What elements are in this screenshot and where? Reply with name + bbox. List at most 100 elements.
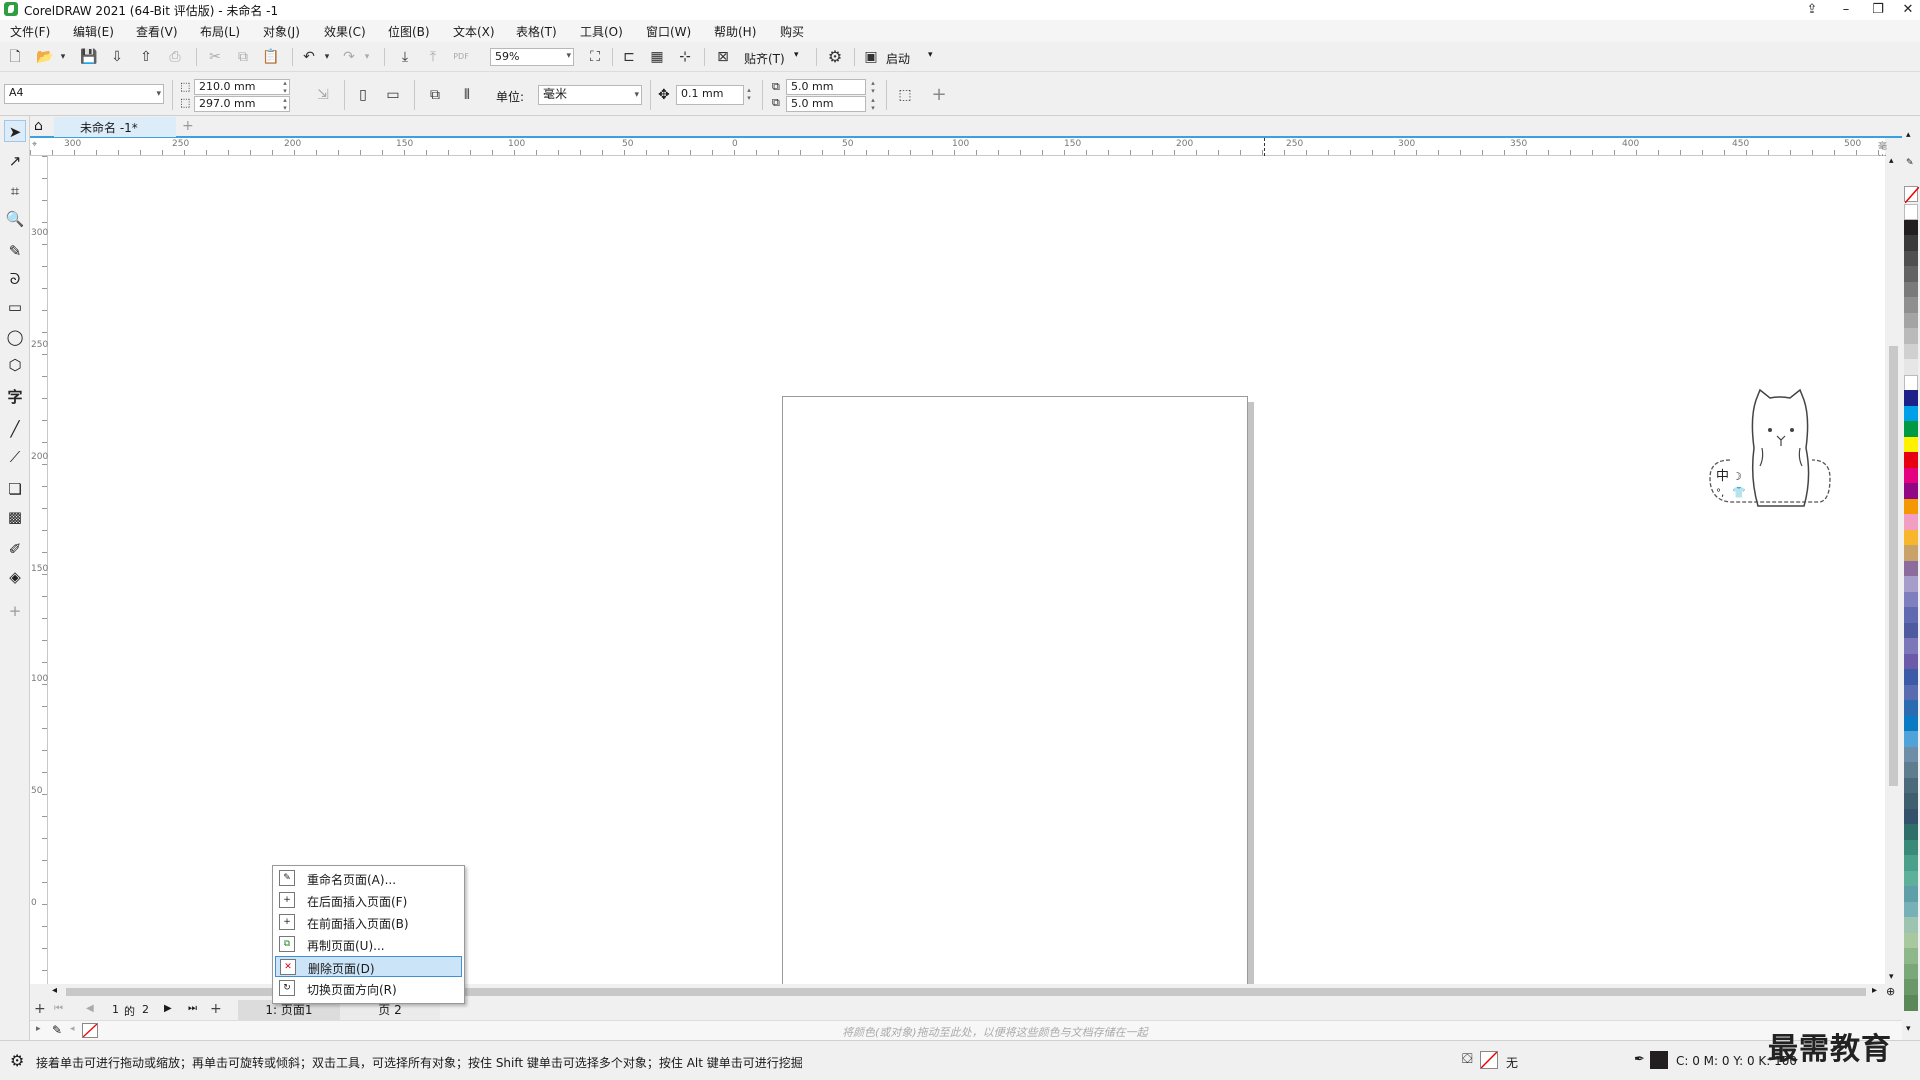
menu-view[interactable]: 查看(V) bbox=[136, 23, 178, 40]
color-swatch[interactable] bbox=[1904, 266, 1918, 282]
show-grid-icon[interactable]: ▦ bbox=[646, 46, 668, 68]
snap-off-icon[interactable]: ⊠ bbox=[712, 46, 734, 68]
fill-color-swatch[interactable] bbox=[1480, 1051, 1498, 1069]
doc-palette-eyedropper-icon[interactable]: ✎ bbox=[52, 1023, 62, 1037]
color-swatch[interactable] bbox=[1904, 204, 1918, 220]
doc-palette-scroll-icon[interactable]: ◂ bbox=[70, 1024, 75, 1034]
color-swatch[interactable] bbox=[1904, 715, 1918, 732]
restore-button[interactable]: ❐ bbox=[1862, 0, 1894, 20]
page-height-input[interactable]: 297.0 mm bbox=[194, 96, 290, 112]
pick-tool-icon[interactable]: ➤ bbox=[4, 120, 26, 142]
menu-item-rename-page[interactable]: ✎ 重命名页面(A)... bbox=[275, 868, 462, 889]
color-swatch[interactable] bbox=[1904, 498, 1918, 515]
horizontal-ruler[interactable]: ⌖ 300 250 200 150 100 50 0 50 100 150 20… bbox=[30, 138, 1887, 165]
zoom-tool-icon[interactable]: 🔍 bbox=[4, 208, 26, 230]
treat-as-filled-icon[interactable]: ⬚ bbox=[894, 84, 916, 106]
undo-dropdown-icon[interactable]: ▾ bbox=[316, 46, 338, 68]
ellipse-tool-icon[interactable]: ◯ bbox=[4, 326, 26, 348]
menu-file[interactable]: 文件(F) bbox=[10, 23, 50, 40]
menu-buy[interactable]: 购买 bbox=[780, 23, 804, 40]
menu-item-duplicate-page[interactable]: ⧉ 再制页面(U)... bbox=[275, 934, 462, 955]
color-swatch[interactable] bbox=[1904, 312, 1918, 329]
menu-tools[interactable]: 工具(O) bbox=[580, 23, 623, 40]
new-document-icon[interactable]: 🗋 bbox=[4, 46, 26, 68]
drawing-canvas[interactable]: 中 ☽ °, 👕 bbox=[48, 156, 1885, 1054]
color-swatch[interactable] bbox=[1904, 808, 1918, 825]
color-swatch[interactable] bbox=[1904, 390, 1918, 406]
options-gear-icon[interactable]: ⚙ bbox=[824, 46, 846, 68]
scroll-up-icon[interactable]: ▴ bbox=[1889, 156, 1894, 166]
color-swatch[interactable] bbox=[1904, 839, 1918, 856]
color-swatch[interactable] bbox=[1904, 669, 1918, 685]
close-button[interactable]: ✕ bbox=[1892, 0, 1920, 20]
scroll-down-icon[interactable]: ▾ bbox=[1889, 972, 1894, 982]
duplicate-y-spin-icon[interactable]: ▴ ▾ bbox=[868, 96, 878, 112]
color-swatch[interactable] bbox=[1904, 343, 1918, 360]
crop-tool-icon[interactable]: ⌗ bbox=[4, 180, 26, 202]
artistic-media-tool-icon[interactable]: ᘐ bbox=[4, 268, 26, 290]
navigator-zoom-icon[interactable]: ⊕ bbox=[1886, 985, 1895, 998]
add-page-after-icon[interactable]: + bbox=[210, 1001, 222, 1017]
doc-palette-no-color-swatch[interactable] bbox=[82, 1023, 98, 1038]
color-swatch[interactable] bbox=[1904, 932, 1918, 949]
chevron-down-icon[interactable]: ▾ bbox=[928, 50, 933, 60]
page-width-input[interactable]: 210.0 mm bbox=[194, 79, 290, 95]
menu-item-insert-page-before[interactable]: + 在前面插入页面(B) bbox=[275, 912, 462, 933]
duplicate-x-spin-icon[interactable]: ▴ ▾ bbox=[868, 79, 878, 95]
menu-layout[interactable]: 布局(L) bbox=[200, 23, 240, 40]
color-swatch[interactable] bbox=[1904, 870, 1918, 887]
nudge-spin-icon[interactable]: ▴ ▾ bbox=[744, 86, 754, 102]
palette-scroll-up-icon[interactable]: ▴ bbox=[1906, 130, 1911, 140]
snap-to-dropdown[interactable]: 贴齐(T) bbox=[744, 50, 785, 67]
account-icon[interactable]: ⇪ bbox=[1796, 0, 1828, 20]
color-swatch[interactable] bbox=[1904, 235, 1918, 251]
next-page-icon[interactable]: ▶ bbox=[164, 1003, 172, 1014]
save-icon[interactable]: 💾 bbox=[78, 46, 100, 68]
menu-object[interactable]: 对象(J) bbox=[263, 23, 300, 40]
palette-eyedropper-icon[interactable]: ✎ bbox=[1906, 158, 1914, 168]
color-swatch[interactable] bbox=[1904, 297, 1918, 313]
connector-tool-icon[interactable]: ⟋ bbox=[4, 446, 26, 468]
color-swatch[interactable] bbox=[1904, 281, 1918, 298]
vertical-scrollbar[interactable]: ▴ ▾ bbox=[1885, 156, 1902, 984]
show-guidelines-icon[interactable]: ⊹ bbox=[674, 46, 696, 68]
scroll-left-icon[interactable]: ◂ bbox=[52, 985, 57, 996]
vertical-ruler[interactable]: 300 250 200 150 100 50 0 bbox=[30, 156, 48, 984]
minimize-button[interactable]: – bbox=[1830, 0, 1862, 20]
color-swatch[interactable] bbox=[1904, 901, 1918, 918]
color-swatch[interactable] bbox=[1904, 529, 1918, 546]
print-icon[interactable]: ⎙ bbox=[164, 46, 186, 68]
color-swatch[interactable] bbox=[1904, 359, 1918, 375]
landscape-icon[interactable]: ▭ bbox=[382, 84, 404, 106]
color-swatch[interactable] bbox=[1904, 514, 1918, 530]
add-page-before-icon[interactable]: + bbox=[34, 1001, 46, 1017]
cloud-download-icon[interactable]: ⇩ bbox=[106, 46, 128, 68]
menu-window[interactable]: 窗口(W) bbox=[646, 23, 691, 40]
menu-item-switch-orientation[interactable]: ↻ 切换页面方向(R) bbox=[275, 978, 462, 999]
zoom-combo[interactable]: 59% ▾ bbox=[490, 48, 574, 66]
menu-bitmaps[interactable]: 位图(B) bbox=[388, 23, 430, 40]
document-page[interactable] bbox=[782, 396, 1248, 1054]
portrait-icon[interactable]: ▯ bbox=[352, 84, 374, 106]
paste-icon[interactable]: 📋 bbox=[260, 46, 282, 68]
first-page-icon[interactable]: ⏮ bbox=[54, 1003, 63, 1014]
color-swatch[interactable] bbox=[1904, 917, 1918, 933]
color-swatch[interactable] bbox=[1904, 700, 1918, 716]
color-swatch[interactable] bbox=[1904, 467, 1918, 484]
home-icon[interactable]: ⌂ bbox=[34, 118, 43, 134]
scroll-right-icon[interactable]: ▸ bbox=[1872, 985, 1877, 996]
open-dropdown-icon[interactable]: ▾ bbox=[52, 46, 74, 68]
nudge-input[interactable]: 0.1 mm bbox=[676, 85, 744, 105]
drop-shadow-tool-icon[interactable]: ❏ bbox=[4, 478, 26, 500]
ruler-origin-icon[interactable]: ⌖ bbox=[32, 140, 37, 150]
color-swatch[interactable] bbox=[1904, 994, 1918, 1011]
color-swatch[interactable] bbox=[1904, 963, 1918, 980]
interactive-fill-tool-icon[interactable]: ◈ bbox=[4, 566, 26, 588]
duplicate-y-input[interactable]: 5.0 mm bbox=[786, 96, 866, 112]
duplicate-x-input[interactable]: 5.0 mm bbox=[786, 79, 866, 95]
color-swatch[interactable] bbox=[1904, 374, 1918, 391]
parallel-dimension-tool-icon[interactable]: ╱ bbox=[4, 418, 26, 440]
outline-color-swatch[interactable] bbox=[1650, 1051, 1668, 1069]
menu-effects[interactable]: 效果(C) bbox=[324, 23, 366, 40]
menu-item-insert-page-after[interactable]: + 在后面插入页面(F) bbox=[275, 890, 462, 911]
